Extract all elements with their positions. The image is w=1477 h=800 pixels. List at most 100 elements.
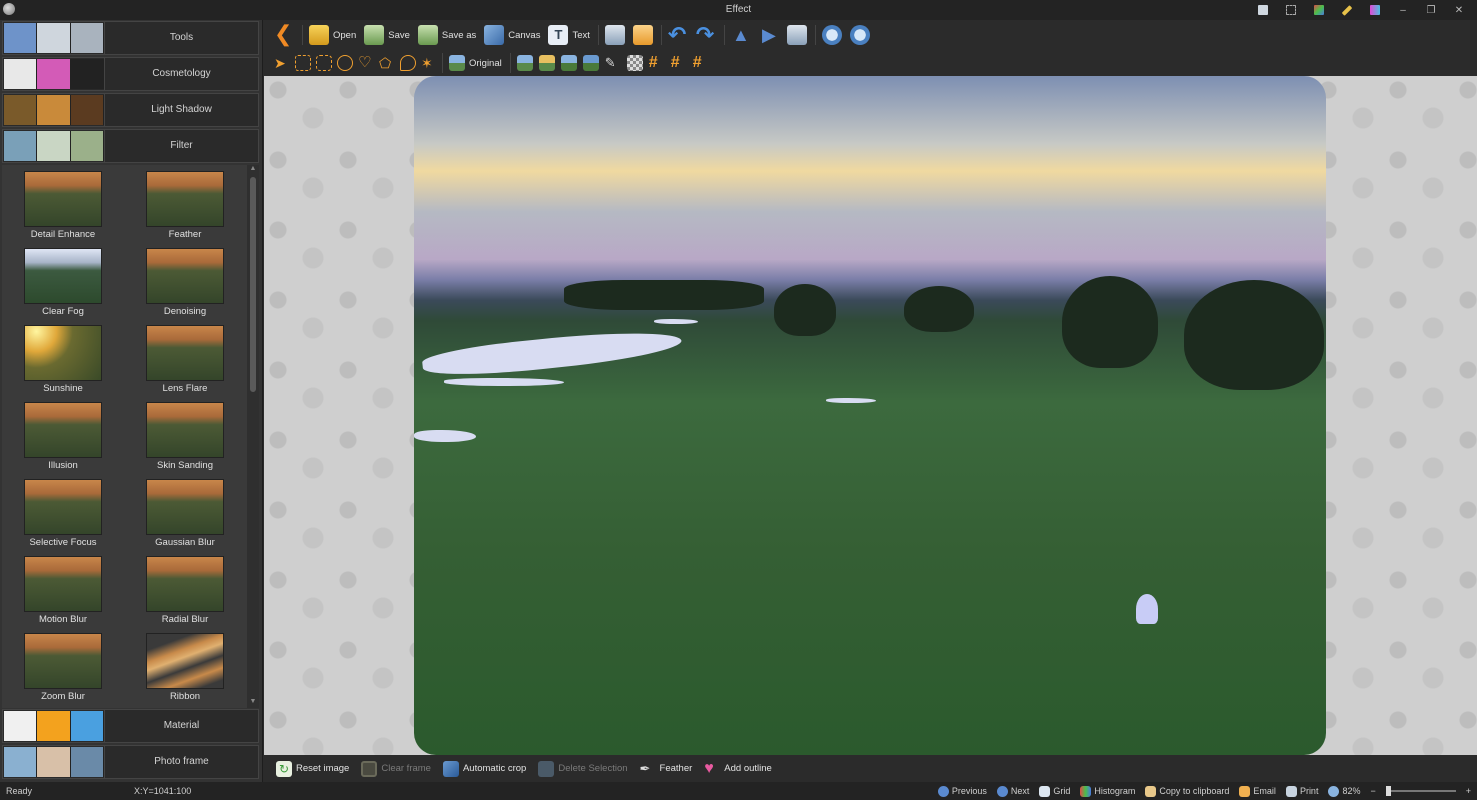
flip-vertical-button[interactable]: ▲ <box>731 25 751 45</box>
automatic-crop-button[interactable]: Automatic crop <box>442 760 526 777</box>
minimize-icon[interactable]: – <box>1391 2 1415 18</box>
filter-item-selective-focus[interactable]: Selective Focus <box>2 473 124 550</box>
file-icon[interactable] <box>1251 2 1275 18</box>
filter-name: Detail Enhance <box>30 229 96 240</box>
zoom-slider[interactable] <box>1385 786 1456 796</box>
adjust-4-button[interactable] <box>582 55 599 71</box>
email-status-button[interactable]: Email <box>1239 785 1276 797</box>
grid-button[interactable]: Grid <box>1039 785 1070 797</box>
scrollbar-thumb[interactable] <box>250 177 256 392</box>
magic-wand-tool[interactable]: ✶ <box>421 55 437 71</box>
zoom-out-button[interactable] <box>849 25 870 45</box>
filter-item-denoising[interactable]: Denoising <box>124 242 246 319</box>
filter-item-illusion[interactable]: Illusion <box>2 396 124 473</box>
filter-item-clear-fog[interactable]: Clear Fog <box>2 242 124 319</box>
text-icon: T <box>548 25 569 45</box>
adjust-3-button[interactable] <box>560 55 577 71</box>
scroll-up-icon[interactable]: ▲ <box>247 165 259 175</box>
print-button[interactable] <box>604 25 625 45</box>
print-status-button[interactable]: Print <box>1285 785 1318 797</box>
reset-image-button[interactable]: ↻ Reset image <box>276 760 349 777</box>
grid-1-button[interactable]: # <box>649 55 665 71</box>
histogram-button[interactable]: Histogram <box>1080 785 1135 797</box>
feather-button[interactable]: ✒ Feather <box>640 761 693 777</box>
skin-icon[interactable] <box>1307 2 1331 18</box>
filter-item-lens-flare[interactable]: Lens Flare <box>124 319 246 396</box>
restore-icon[interactable]: ❐ <box>1419 2 1443 18</box>
filter-thumbnail <box>24 325 102 381</box>
rotate-button[interactable] <box>786 25 807 45</box>
brush-button[interactable]: ✎ <box>605 55 621 71</box>
previous-button[interactable]: Previous <box>937 785 987 797</box>
email-button[interactable] <box>632 25 653 45</box>
category-tools[interactable]: Tools <box>2 21 259 55</box>
save-as-button[interactable]: Save as <box>417 25 476 45</box>
filter-name: Ribbon <box>169 691 201 702</box>
redo-button[interactable]: ↷ <box>696 24 716 46</box>
left-panel: Tools Cosmetology Light Shadow Filter Detai… <box>0 20 263 782</box>
category-material[interactable]: Material <box>2 709 259 743</box>
filter-thumbnail <box>146 171 224 227</box>
action-bar: ↻ Reset image Clear frame Automatic crop … <box>264 755 1477 782</box>
photo-landscape[interactable] <box>414 76 1326 755</box>
add-outline-button[interactable]: ♥ Add outline <box>704 760 772 777</box>
category-label: Light Shadow <box>104 94 258 126</box>
back-button[interactable]: ❮ <box>274 23 294 45</box>
open-button[interactable]: Open <box>309 25 356 45</box>
filter-scrollbar[interactable]: ▲ ▼ <box>247 165 259 708</box>
scroll-down-icon[interactable]: ▼ <box>247 698 259 708</box>
adjust-2-button[interactable] <box>538 55 555 71</box>
rounded-select-tool[interactable] <box>316 55 332 71</box>
category-light-shadow[interactable]: Light Shadow <box>2 93 259 127</box>
slider-knob[interactable] <box>1385 786 1391 796</box>
filter-item-skin-sanding[interactable]: Skin Sanding <box>124 396 246 473</box>
next-button[interactable]: Next <box>996 785 1029 797</box>
copy-to-clipboard-button[interactable]: Copy to clipboard <box>1145 785 1230 797</box>
heart-select-tool[interactable]: ♡ <box>358 55 374 71</box>
filter-item-sunshine[interactable]: Sunshine <box>2 319 124 396</box>
clear-frame-button[interactable]: Clear frame <box>361 760 431 777</box>
adjust-1-button[interactable] <box>516 55 533 71</box>
copy-label: Copy to clipboard <box>1159 786 1230 796</box>
previous-label: Previous <box>951 786 987 796</box>
filter-item-feather[interactable]: Feather <box>124 165 246 242</box>
rect-select-tool[interactable] <box>295 55 311 71</box>
undo-icon: ↶ <box>667 22 687 47</box>
pencil-icon[interactable] <box>1335 2 1359 18</box>
filter-item-zoom-blur[interactable]: Zoom Blur <box>2 627 124 704</box>
filter-item-ribbon[interactable]: Ribbon <box>124 627 246 704</box>
lasso-select-tool[interactable] <box>400 55 416 71</box>
category-cosmetology[interactable]: Cosmetology <box>2 57 259 91</box>
filter-item-radial-blur[interactable]: Radial Blur <box>124 550 246 627</box>
transparency-button[interactable] <box>626 55 643 71</box>
fullscreen-icon[interactable] <box>1279 2 1303 18</box>
close-icon[interactable]: ✕ <box>1447 2 1471 18</box>
text-button[interactable]: T Text <box>548 25 590 45</box>
grid-3-button[interactable]: # <box>693 55 709 71</box>
polygon-select-tool[interactable]: ⬠ <box>379 55 395 71</box>
save-button[interactable]: Save <box>364 25 410 45</box>
canvas-button[interactable]: Canvas <box>484 25 540 45</box>
histogram-icon <box>1080 785 1092 797</box>
undo-button[interactable]: ↶ <box>667 22 688 47</box>
grid-2-button[interactable]: # <box>671 55 687 71</box>
filter-item-detail-enhance[interactable]: Detail Enhance <box>2 165 124 242</box>
category-filter[interactable]: Filter <box>2 129 259 163</box>
ellipse-select-tool[interactable] <box>337 55 353 71</box>
flip-horizontal-button[interactable]: ▶ <box>759 25 779 45</box>
filter-item-gaussian-blur[interactable]: Gaussian Blur <box>124 473 246 550</box>
canvas-icon <box>484 25 505 45</box>
toolbar-separator <box>302 25 303 45</box>
printer-icon <box>604 25 625 45</box>
toolbar-separator <box>723 25 725 45</box>
filter-item-motion-blur[interactable]: Motion Blur <box>2 550 124 627</box>
palette-icon[interactable] <box>1363 2 1387 18</box>
zoom-in-button[interactable] <box>821 25 842 45</box>
zoom-out-small-button[interactable]: − <box>1370 786 1375 796</box>
canvas-area[interactable] <box>264 76 1477 755</box>
pointer-tool[interactable]: ➤ <box>274 55 290 71</box>
original-button[interactable]: Original <box>449 55 502 71</box>
zoom-in-small-button[interactable]: + <box>1466 786 1471 796</box>
category-photo-frame[interactable]: Photo frame <box>2 745 259 779</box>
delete-selection-button[interactable]: Delete Selection <box>538 760 628 777</box>
